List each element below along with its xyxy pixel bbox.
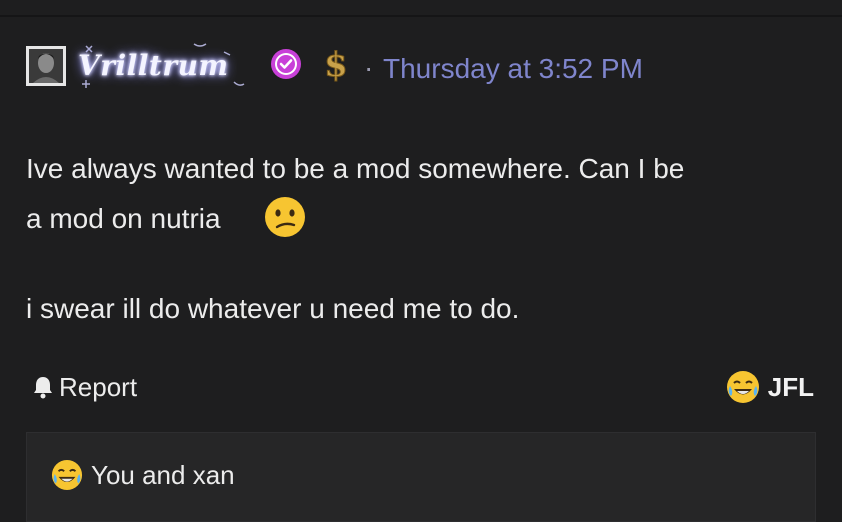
report-label: Report xyxy=(59,371,138,402)
message-line-3: i swear ill do whatever u need me to do. xyxy=(26,293,520,324)
dollar-icon: $ xyxy=(324,45,349,85)
reaction-button[interactable]: JFL xyxy=(726,369,814,405)
reaction-summary[interactable]: You and xan xyxy=(51,459,235,491)
message-line-2: a mod on nutria xyxy=(26,203,221,234)
confused-face-icon xyxy=(265,197,305,237)
message-line-1: Ive always wanted to be a mod somewhere.… xyxy=(26,153,685,184)
top-divider xyxy=(0,15,842,17)
verified-check-icon xyxy=(271,49,301,79)
username[interactable]: Vrilltrum xyxy=(78,44,229,88)
joy-face-icon xyxy=(726,371,759,403)
avatar[interactable] xyxy=(26,46,66,86)
separator-dot: · xyxy=(364,52,374,83)
report-button[interactable]: Report xyxy=(32,370,137,404)
joy-face-icon xyxy=(51,459,83,491)
svg-text:$: $ xyxy=(324,45,348,84)
reaction-summary-panel: You and xan xyxy=(26,432,816,522)
reaction-label: JFL xyxy=(767,371,814,402)
reaction-summary-text: You and xan xyxy=(91,459,235,490)
timestamp[interactable]: Thursday at 3:52 PM xyxy=(383,52,643,86)
bell-icon xyxy=(34,377,52,399)
